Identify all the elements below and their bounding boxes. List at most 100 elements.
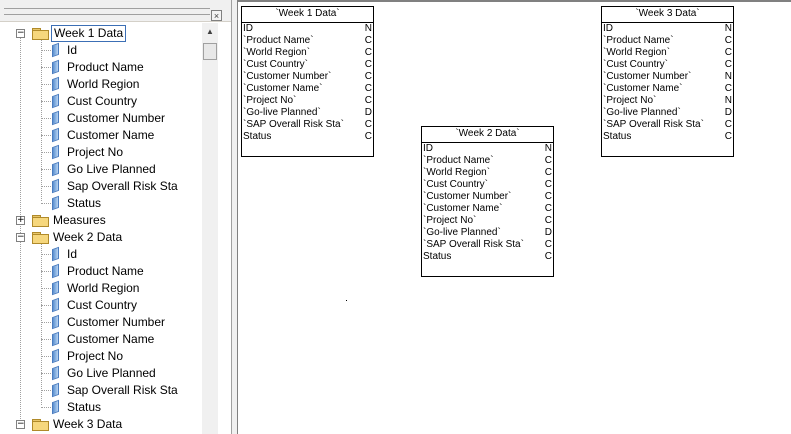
tree-scrollbar[interactable]: ▲ (202, 23, 218, 434)
table-field-row[interactable]: `Cust Country` C (602, 59, 733, 71)
field-name: Status (603, 131, 632, 142)
table-box-week-2[interactable]: `Week 2 Data` ID N `Product Name` C `World Re… (421, 126, 554, 277)
field-type: C (364, 95, 372, 106)
table-field-row[interactable]: `World Region` C (602, 47, 733, 59)
diagram-canvas: `Week 1 Data` ID N `Product Name` C `World Re… (238, 0, 791, 434)
table-field-row[interactable]: `Go-live Planned` D (602, 107, 733, 119)
collapse-icon[interactable]: − (16, 29, 25, 38)
tree-field-label: World Region (67, 77, 140, 91)
tree-pane: × − Week 1 Data Id Product Name World Region… (0, 0, 232, 434)
tree-guide-line (20, 32, 21, 429)
field-type: C (544, 179, 552, 190)
folder-open-icon (32, 232, 49, 244)
collapse-icon[interactable]: − (16, 233, 25, 242)
field-icon (52, 365, 59, 381)
field-type: C (724, 47, 732, 58)
table-field-row[interactable]: `Customer Number` C (422, 191, 553, 203)
tree-group-label: Week 3 Data (53, 417, 123, 431)
scroll-thumb[interactable] (203, 43, 217, 60)
tree-guide-line (41, 243, 42, 405)
field-name: `Go-live Planned` (243, 107, 321, 118)
table-field-row[interactable]: `Project No` C (242, 95, 373, 107)
table-field-row[interactable]: Status C (242, 131, 373, 143)
tree-field-label: Product Name (67, 60, 144, 74)
tree-field-label: Customer Number (67, 111, 166, 125)
tree-group-label: Measures (53, 213, 106, 227)
scroll-up-icon[interactable]: ▲ (202, 23, 218, 40)
table-field-row[interactable]: `SAP Overall Risk Sta` C (422, 239, 553, 251)
field-type: C (364, 83, 372, 94)
field-name: `SAP Overall Risk Sta` (423, 239, 524, 250)
table-field-row[interactable]: `Customer Name` C (242, 83, 373, 95)
expand-icon[interactable]: + (16, 216, 25, 225)
table-field-row[interactable]: Status C (602, 131, 733, 143)
field-name: `World Region` (603, 47, 671, 58)
table-field-row[interactable]: `SAP Overall Risk Sta` C (602, 119, 733, 131)
table-box-week-3[interactable]: `Week 3 Data` ID N `Product Name` C `World Re… (601, 6, 734, 157)
table-field-row[interactable]: `Go-live Planned` D (422, 227, 553, 239)
table-field-row[interactable]: `Customer Number` C (242, 71, 373, 83)
tree-connector (41, 288, 51, 289)
table-field-row[interactable]: ID N (602, 23, 733, 35)
table-field-row[interactable]: `Go-live Planned` D (242, 107, 373, 119)
tree-field-label: Id (67, 247, 78, 261)
tree-connector (41, 50, 51, 51)
field-icon (52, 382, 59, 398)
field-type: C (544, 155, 552, 166)
field-type: N (724, 95, 732, 106)
tree-connector (41, 169, 51, 170)
table-title[interactable]: `Week 1 Data` (242, 7, 373, 23)
field-name: `Customer Name` (603, 83, 683, 94)
table-field-row[interactable]: ID N (242, 23, 373, 35)
table-field-row[interactable]: ID N (422, 143, 553, 155)
tree-field-label: Status (67, 196, 102, 210)
table-field-row[interactable]: `Product Name` C (602, 35, 733, 47)
field-name: `SAP Overall Risk Sta` (603, 119, 704, 130)
table-field-row[interactable]: Status C (422, 251, 553, 263)
table-field-row[interactable]: `Cust Country` C (242, 59, 373, 71)
table-field-row[interactable]: `Product Name` C (422, 155, 553, 167)
tree-field-label: Customer Name (67, 332, 155, 346)
table-field-row[interactable]: `World Region` C (422, 167, 553, 179)
field-icon (52, 42, 59, 58)
collapse-icon[interactable]: − (16, 420, 25, 429)
table-field-row[interactable]: `Project No` C (422, 215, 553, 227)
field-name: `Project No` (603, 95, 657, 106)
table-field-row[interactable]: `Customer Name` C (422, 203, 553, 215)
table-box-week-1[interactable]: `Week 1 Data` ID N `Product Name` C `World Re… (241, 6, 374, 157)
field-type: C (364, 119, 372, 130)
field-type: C (364, 59, 372, 70)
field-name: `Product Name` (603, 35, 674, 46)
field-type: C (544, 167, 552, 178)
pane-grip[interactable] (4, 8, 210, 15)
tree-pane-header: × (0, 0, 231, 22)
tree-field-label: World Region (67, 281, 140, 295)
table-field-row[interactable]: `Product Name` C (242, 35, 373, 47)
tree-connector (41, 135, 51, 136)
field-icon (52, 280, 59, 296)
tree-connector (41, 84, 51, 85)
field-type: D (724, 107, 732, 118)
tree-field-label: Cust Country (67, 94, 138, 108)
field-name: `Product Name` (423, 155, 494, 166)
table-field-row[interactable]: `Project No` N (602, 95, 733, 107)
table-field-row[interactable]: `SAP Overall Risk Sta` C (242, 119, 373, 131)
field-name: `Project No` (243, 95, 297, 106)
table-title[interactable]: `Week 3 Data` (602, 7, 733, 23)
tree-connector (41, 186, 51, 187)
table-title[interactable]: `Week 2 Data` (422, 127, 553, 143)
tree-field-label: Project No (67, 145, 124, 159)
field-type: C (544, 191, 552, 202)
close-icon[interactable]: × (211, 10, 222, 21)
table-field-row[interactable]: `Customer Number` N (602, 71, 733, 83)
field-name: `Go-live Planned` (603, 107, 681, 118)
table-field-row[interactable]: `Customer Name` C (602, 83, 733, 95)
field-icon (52, 110, 59, 126)
table-field-row[interactable]: `Cust Country` C (422, 179, 553, 191)
folder-open-icon (32, 419, 49, 431)
tree-connector (41, 322, 51, 323)
field-type: C (544, 239, 552, 250)
tree-guide-line (41, 39, 42, 201)
table-field-row[interactable]: `World Region` C (242, 47, 373, 59)
field-icon (52, 76, 59, 92)
